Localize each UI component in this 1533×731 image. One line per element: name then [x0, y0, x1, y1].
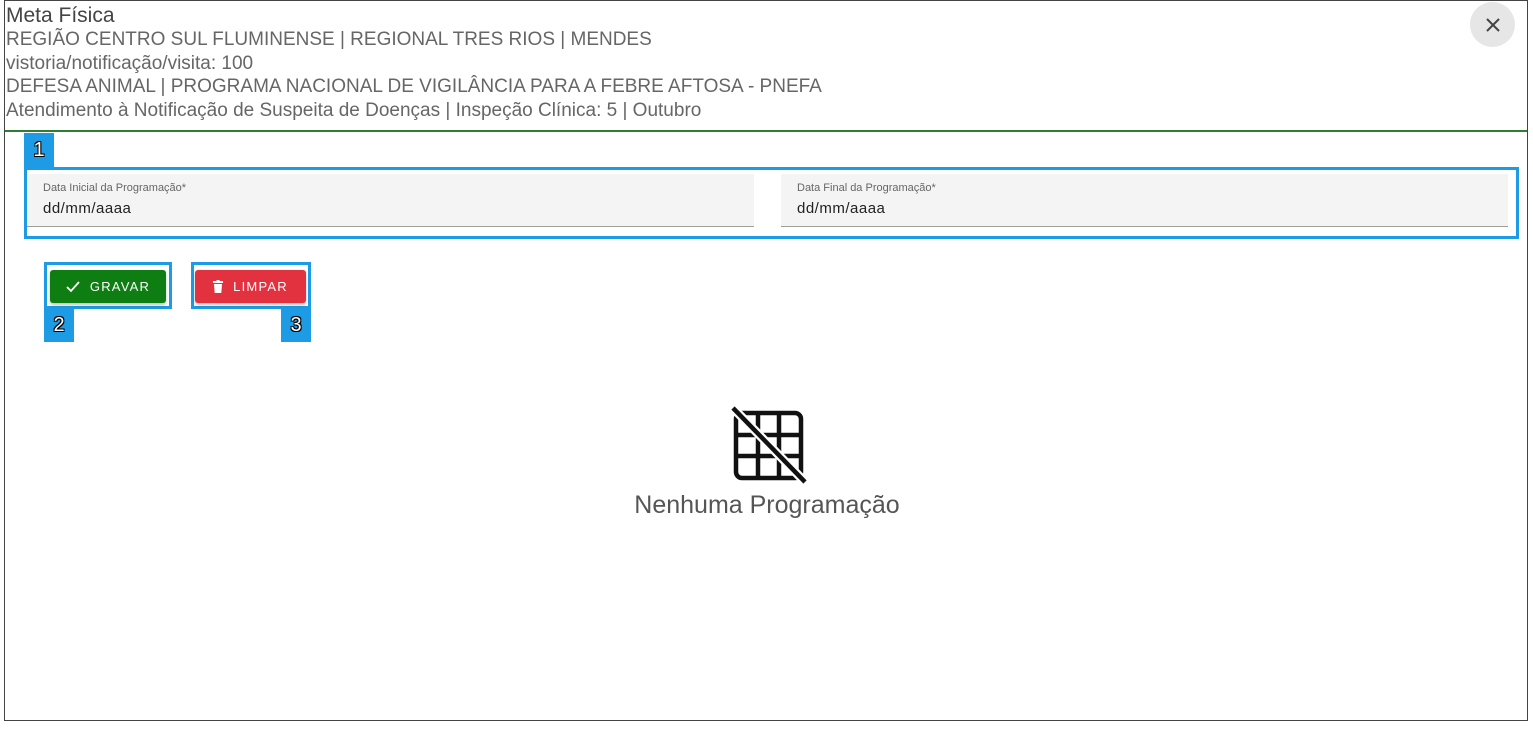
grid-off-icon: [731, 406, 807, 484]
annotation-label-1: 1: [24, 133, 54, 167]
close-button[interactable]: [1470, 2, 1515, 47]
dialog-header: Meta Física REGIÃO CENTRO SUL FLUMINENSE…: [5, 1, 1527, 132]
annotation-label-2: 2: [44, 308, 74, 342]
annotation-label-3: 3: [281, 308, 311, 342]
end-date-label: Data Final da Programação*: [797, 182, 936, 194]
save-button-label: GRAVAR: [89, 279, 151, 294]
header-region-line: REGIÃO CENTRO SUL FLUMINENSE | REGIONAL …: [6, 29, 652, 50]
end-date-field[interactable]: Data Final da Programação* dd/mm/aaaa: [781, 174, 1508, 227]
empty-state-text: Nenhuma Programação: [634, 491, 900, 519]
end-date-input[interactable]: dd/mm/aaaa: [797, 200, 885, 217]
header-target-line: vistoria/notificação/visita: 100: [6, 53, 254, 74]
start-date-input[interactable]: dd/mm/aaaa: [43, 200, 131, 217]
close-icon: [1485, 17, 1500, 32]
save-button[interactable]: GRAVAR: [50, 270, 166, 303]
check-icon: [66, 280, 80, 292]
header-program-line: DEFESA ANIMAL | PROGRAMA NACIONAL DE VIG…: [6, 76, 822, 97]
start-date-field[interactable]: Data Inicial da Programação* dd/mm/aaaa: [27, 174, 754, 227]
dialog: Meta Física REGIÃO CENTRO SUL FLUMINENSE…: [4, 0, 1528, 721]
clear-button-label: LIMPAR: [233, 279, 288, 294]
header-activity-line: Atendimento à Notificação de Suspeita de…: [6, 100, 702, 121]
trash-icon: [213, 280, 224, 293]
start-date-label: Data Inicial da Programação*: [43, 182, 187, 194]
clear-button[interactable]: LIMPAR: [195, 270, 306, 303]
dialog-title: Meta Física: [6, 4, 115, 27]
